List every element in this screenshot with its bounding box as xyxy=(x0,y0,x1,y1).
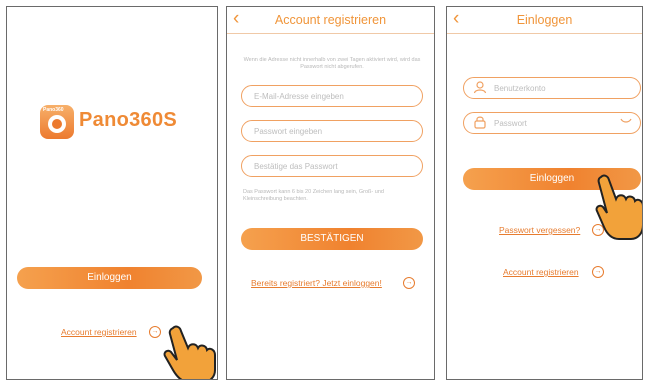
email-field[interactable] xyxy=(241,85,423,107)
confirm-password-field[interactable] xyxy=(241,155,423,177)
confirm-password-input[interactable] xyxy=(254,159,389,173)
activation-note: Wenn die Adresse nicht innerhalb von zwe… xyxy=(243,57,421,70)
pointing-hand-icon xyxy=(163,325,216,379)
password-rule-note: Das Passwort kann 6 bis 20 Zeichen lang … xyxy=(243,189,384,202)
already-registered-link[interactable]: Bereits registriert? Jetzt einloggen! xyxy=(251,278,382,288)
logo-small-text: Pano360 xyxy=(43,107,64,113)
header: ‹ Einloggen xyxy=(447,7,642,34)
arrow-right-circle-icon[interactable]: → xyxy=(403,277,415,289)
page-title: Einloggen xyxy=(516,13,573,27)
forgot-password-link[interactable]: Passwort vergessen? xyxy=(499,225,580,235)
arrow-right-circle-icon[interactable]: → xyxy=(592,266,604,278)
user-icon xyxy=(473,81,487,94)
email-input[interactable] xyxy=(254,89,389,103)
eye-icon[interactable] xyxy=(620,117,632,125)
password-input[interactable] xyxy=(254,124,389,138)
login-screen: ‹ Einloggen Einloggen Passwort vergessen… xyxy=(446,6,643,380)
login-button[interactable]: Einloggen xyxy=(17,267,202,289)
welcome-screen: Pano360 Pano360S Einloggen Account regis… xyxy=(6,6,218,380)
password-input[interactable] xyxy=(494,116,626,130)
password-field[interactable] xyxy=(463,112,641,134)
lock-icon xyxy=(474,116,486,129)
account-field[interactable] xyxy=(463,77,641,99)
register-screen: ‹ Account registrieren Wenn die Adresse … xyxy=(226,6,435,380)
app-logo-icon: Pano360 xyxy=(40,105,74,139)
app-logo: Pano360 Pano360S xyxy=(40,105,186,151)
register-link[interactable]: Account registrieren xyxy=(503,267,579,277)
page-title: Account registrieren xyxy=(274,13,387,27)
header: ‹ Account registrieren xyxy=(227,7,434,34)
pointing-hand-icon xyxy=(595,174,642,240)
register-link[interactable]: Account registrieren xyxy=(61,327,137,337)
arrow-right-circle-icon[interactable]: → xyxy=(149,326,161,338)
password-field[interactable] xyxy=(241,120,423,142)
confirm-button[interactable]: BESTÄTIGEN xyxy=(241,228,423,250)
account-input[interactable] xyxy=(494,81,626,95)
logo-text: Pano360S xyxy=(79,109,178,131)
